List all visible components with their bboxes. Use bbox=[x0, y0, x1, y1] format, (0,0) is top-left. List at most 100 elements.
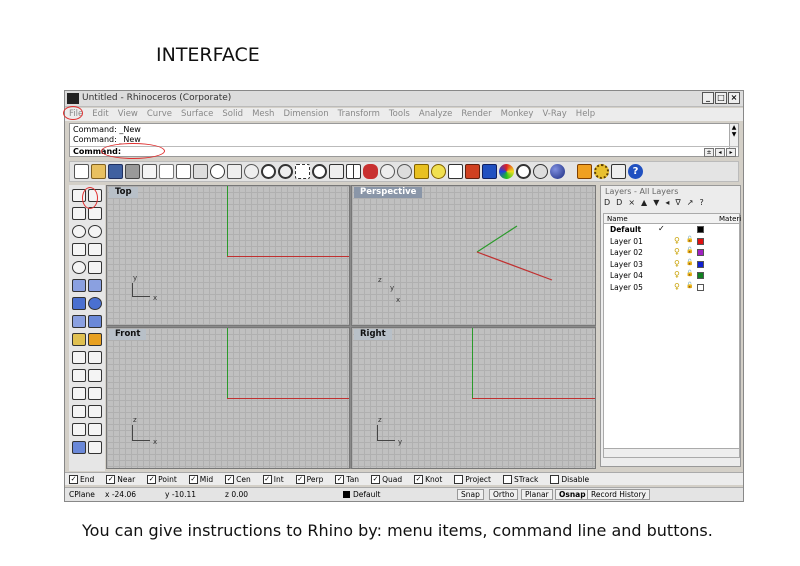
current-layer-check-icon[interactable]: ✓ bbox=[658, 224, 665, 233]
menu-transform[interactable]: Transform bbox=[338, 108, 380, 121]
osnap-checkbox[interactable] bbox=[550, 474, 560, 484]
dimension-icon[interactable] bbox=[88, 405, 102, 418]
osnap-checkbox[interactable]: ✓ bbox=[106, 474, 116, 484]
arrow-right-icon[interactable]: ▸ bbox=[726, 148, 736, 157]
menu-vray[interactable]: V-Ray bbox=[542, 108, 566, 121]
layer-row[interactable]: Layer 03 ♀ 🔓 bbox=[604, 259, 739, 271]
viewport-perspective[interactable]: Perspective z y x bbox=[351, 185, 596, 326]
layer-name[interactable]: Layer 03 bbox=[610, 260, 643, 269]
zoom-icon[interactable] bbox=[261, 164, 276, 179]
zoom-extents-icon[interactable] bbox=[295, 164, 310, 179]
delete-layer-icon[interactable]: × bbox=[628, 198, 635, 207]
osnap-icon[interactable] bbox=[414, 164, 429, 179]
ellipse-icon[interactable] bbox=[88, 225, 102, 238]
menu-surface[interactable]: Surface bbox=[181, 108, 213, 121]
cut-icon[interactable] bbox=[159, 164, 174, 179]
osnap-checkbox[interactable]: ✓ bbox=[147, 474, 157, 484]
lightbulb-icon[interactable]: ♀ bbox=[674, 282, 680, 291]
template-icon[interactable] bbox=[142, 164, 157, 179]
zoom-window-icon[interactable] bbox=[278, 164, 293, 179]
unlock-icon[interactable]: 🔓 bbox=[686, 282, 693, 289]
osnap-checkbox[interactable]: ✓ bbox=[295, 474, 305, 484]
osnap-checkbox[interactable] bbox=[454, 474, 464, 484]
osnap-option[interactable]: ✓ Mid bbox=[188, 474, 213, 484]
move-icon[interactable] bbox=[72, 387, 86, 400]
group-icon[interactable] bbox=[72, 369, 86, 382]
menu-analyze[interactable]: Analyze bbox=[419, 108, 453, 121]
osnap-option[interactable]: STrack bbox=[502, 474, 538, 484]
trim-icon[interactable] bbox=[72, 351, 86, 364]
mirror-icon[interactable] bbox=[88, 423, 102, 436]
undo-icon[interactable] bbox=[210, 164, 225, 179]
layer-color-swatch[interactable] bbox=[697, 226, 704, 233]
menu-render[interactable]: Render bbox=[461, 108, 491, 121]
rotate-view-icon[interactable] bbox=[329, 164, 344, 179]
copy-icon[interactable] bbox=[176, 164, 191, 179]
unlock-icon[interactable]: 🔓 bbox=[686, 270, 693, 277]
save-icon[interactable] bbox=[108, 164, 123, 179]
unlock-icon[interactable]: 🔓 bbox=[686, 259, 693, 266]
car-icon[interactable] bbox=[363, 164, 378, 179]
render-icon[interactable] bbox=[482, 164, 497, 179]
new-layer-icon[interactable]: D bbox=[604, 198, 610, 207]
move-parent-icon[interactable]: ◂ bbox=[665, 198, 669, 207]
command-options-icon[interactable]: ± bbox=[704, 148, 714, 157]
shaded-icon[interactable] bbox=[397, 164, 412, 179]
osnap-option[interactable]: ✓ Tan bbox=[335, 474, 359, 484]
color-wheel-icon[interactable] bbox=[499, 164, 514, 179]
rectangle-icon[interactable] bbox=[88, 243, 102, 256]
osnap-checkbox[interactable]: ✓ bbox=[371, 474, 381, 484]
array-icon[interactable] bbox=[72, 423, 86, 436]
move-down-icon[interactable]: ▼ bbox=[653, 198, 659, 207]
help-icon[interactable]: ? bbox=[628, 164, 643, 179]
open-icon[interactable] bbox=[91, 164, 106, 179]
layer-color-swatch[interactable] bbox=[697, 260, 704, 268]
menu-tools[interactable]: Tools bbox=[389, 108, 410, 121]
osnap-checkbox[interactable]: ✓ bbox=[262, 474, 272, 484]
layers-horizontal-scrollbar[interactable] bbox=[604, 448, 739, 457]
loft-icon[interactable] bbox=[88, 279, 102, 292]
settings-icon[interactable] bbox=[594, 164, 609, 179]
menu-mesh[interactable]: Mesh bbox=[252, 108, 274, 121]
menu-help[interactable]: Help bbox=[576, 108, 595, 121]
cylinder-icon[interactable] bbox=[72, 315, 86, 328]
osnap-checkbox[interactable]: ✓ bbox=[225, 474, 235, 484]
column-material[interactable]: Materi bbox=[719, 215, 741, 223]
cplane-label[interactable]: CPlane bbox=[69, 490, 95, 499]
arrow-left-icon[interactable]: ◂ bbox=[715, 148, 725, 157]
circle-icon[interactable] bbox=[516, 164, 531, 179]
viewport-label-front[interactable]: Front bbox=[109, 329, 147, 340]
layer-name[interactable]: Layer 01 bbox=[610, 237, 643, 246]
lightbulb-icon[interactable]: ♀ bbox=[674, 259, 680, 268]
surface-icon[interactable] bbox=[72, 279, 86, 292]
filter-icon[interactable]: ∇ bbox=[675, 198, 680, 207]
osnap-option[interactable]: ✓ End bbox=[69, 474, 94, 484]
rotate-icon[interactable] bbox=[88, 387, 102, 400]
pan-icon[interactable] bbox=[227, 164, 242, 179]
osnap-option[interactable]: ✓ Int bbox=[262, 474, 284, 484]
new-icon[interactable] bbox=[74, 164, 89, 179]
unlock-icon[interactable]: 🔓 bbox=[686, 236, 693, 243]
viewport-front[interactable]: Front z x bbox=[106, 327, 350, 469]
close-button[interactable]: × bbox=[728, 92, 740, 104]
menu-monkey[interactable]: Monkey bbox=[501, 108, 534, 121]
lightbulb-icon[interactable] bbox=[431, 164, 446, 179]
polyline-icon[interactable] bbox=[72, 207, 86, 220]
polygon-icon[interactable] bbox=[72, 261, 86, 274]
current-layer[interactable]: Default bbox=[353, 490, 380, 499]
move-view-icon[interactable] bbox=[244, 164, 259, 179]
box-icon[interactable] bbox=[72, 297, 86, 310]
print-icon[interactable] bbox=[125, 164, 140, 179]
osnap-option[interactable]: ✓ Point bbox=[147, 474, 177, 484]
maximize-button[interactable]: □ bbox=[715, 92, 727, 104]
current-layer-swatch[interactable] bbox=[343, 491, 350, 498]
layer-row[interactable]: Default ✓ bbox=[604, 224, 739, 236]
tools-icon[interactable]: ↗ bbox=[687, 198, 694, 207]
fillet-icon[interactable] bbox=[88, 261, 102, 274]
spheres-icon[interactable] bbox=[88, 297, 102, 310]
layer-color-swatch[interactable] bbox=[697, 283, 704, 291]
osnap-checkbox[interactable]: ✓ bbox=[69, 474, 78, 484]
ortho-toggle[interactable]: Ortho bbox=[489, 489, 519, 500]
pencil-icon[interactable] bbox=[577, 164, 592, 179]
viewport-label-right[interactable]: Right bbox=[354, 329, 392, 340]
